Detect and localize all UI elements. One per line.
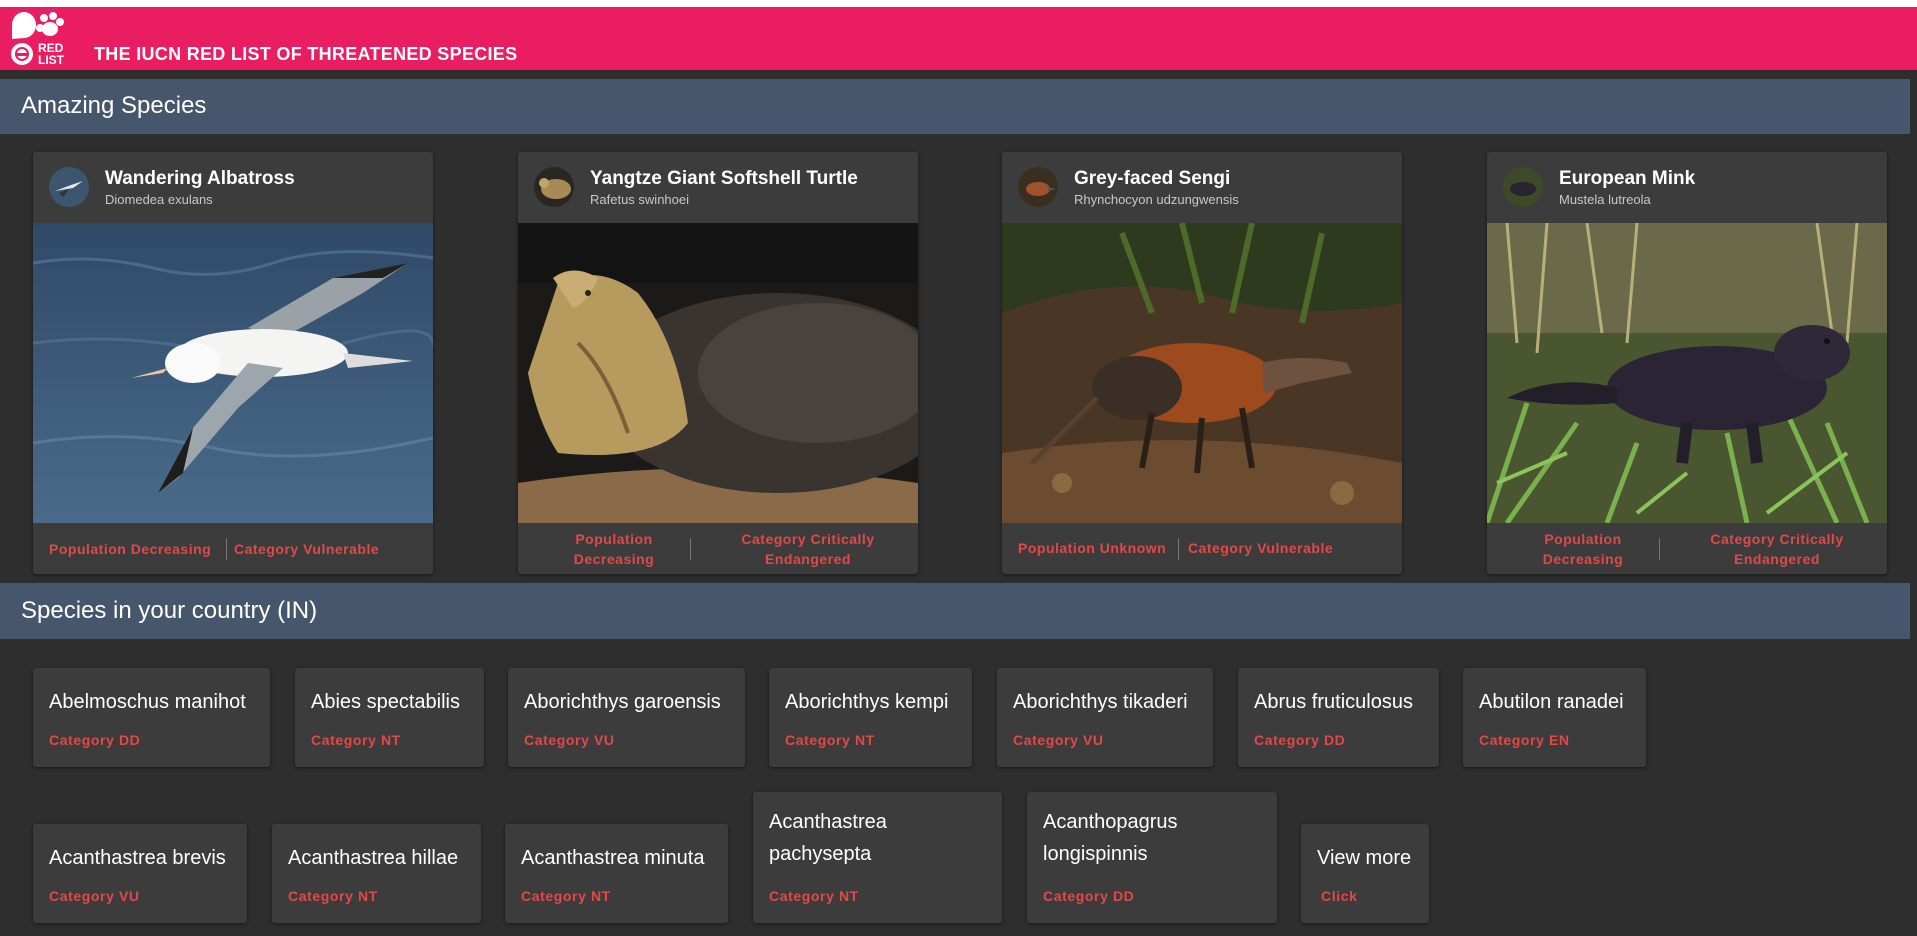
- species-avatar: [1503, 167, 1543, 207]
- population-status: Population Decreasing: [573, 531, 655, 567]
- card-footer: Population Decreasing Category Vulnerabl…: [33, 523, 433, 574]
- tile-category: Category NT: [769, 888, 859, 904]
- tile-species-name: Abies spectabilis: [311, 691, 460, 713]
- tile-category: Category NT: [785, 732, 875, 748]
- tile-species-name: Aborichthys garoensis: [524, 691, 721, 713]
- population-status: Population Unknown: [1018, 540, 1167, 556]
- card-header: European Mink Mustela lutreola: [1487, 152, 1887, 223]
- species-scientific-name: Diomedea exulans: [105, 192, 213, 207]
- card-footer: Population Decreasing Category Criticall…: [1487, 523, 1887, 574]
- tile-species-name: Acanthopagrus longispinnis: [1043, 811, 1178, 865]
- tile-species-name: Acanthastrea hillae: [288, 847, 459, 869]
- species-card-yangtze-turtle[interactable]: Yangtze Giant Softshell Turtle Rafetus s…: [518, 152, 918, 574]
- species-scientific-name: Rafetus swinhoei: [590, 192, 689, 207]
- species-tile[interactable]: Abies spectabilis Category NT: [295, 668, 484, 767]
- species-scientific-name: Rhynchocyon udzungwensis: [1074, 192, 1239, 207]
- footer-divider: [690, 538, 691, 560]
- tile-species-name: Aborichthys kempi: [785, 691, 949, 713]
- country-species-bar: Species in your country (IN): [0, 583, 1910, 639]
- category-status: Category Vulnerable: [1188, 540, 1334, 556]
- sengi-photo: [1002, 223, 1402, 523]
- species-scientific-name: Mustela lutreola: [1559, 192, 1651, 207]
- tile-species-name: Abutilon ranadei: [1479, 691, 1624, 713]
- tile-category: Category VU: [524, 732, 615, 748]
- species-tile[interactable]: Abutilon ranadei Category EN: [1463, 668, 1646, 767]
- population-status: Population Decreasing: [49, 541, 212, 557]
- species-common-name: Wandering Albatross: [105, 168, 295, 189]
- card-footer: Population Unknown Category Vulnerable: [1002, 523, 1402, 574]
- tile-category: Category VU: [49, 888, 140, 904]
- category-status: Category Critically Endangered: [741, 531, 875, 567]
- species-common-name: Grey-faced Sengi: [1074, 168, 1231, 189]
- species-card-european-mink[interactable]: European Mink Mustela lutreola Populatio…: [1487, 152, 1887, 574]
- tile-species-name: Abelmoschus manihot: [49, 691, 246, 713]
- albatross-photo: [33, 223, 433, 523]
- card-header: Grey-faced Sengi Rhynchocyon udzungwensi…: [1002, 152, 1402, 223]
- tile-category: Category DD: [1043, 888, 1135, 904]
- card-footer: Population Decreasing Category Criticall…: [518, 523, 918, 574]
- amazing-species-bar: Amazing Species: [0, 79, 1910, 134]
- category-status: Category Critically Endangered: [1710, 531, 1844, 567]
- category-status: Category Vulnerable: [234, 541, 380, 557]
- card-header: Wandering Albatross Diomedea exulans: [33, 152, 433, 223]
- species-tile[interactable]: Abelmoschus manihot Category DD: [33, 668, 270, 767]
- population-status: Population Decreasing: [1542, 531, 1624, 567]
- view-more-click-link[interactable]: Click: [1321, 888, 1357, 904]
- species-tile[interactable]: Abrus fruticulosus Category DD: [1238, 668, 1439, 767]
- tile-category: Category NT: [288, 888, 378, 904]
- card-header: Yangtze Giant Softshell Turtle Rafetus s…: [518, 152, 918, 223]
- species-tile[interactable]: Acanthastrea hillae Category NT: [272, 824, 481, 923]
- tile-category: Category DD: [1254, 732, 1346, 748]
- view-more-label: View more: [1317, 847, 1412, 869]
- species-card-wandering-albatross[interactable]: Wandering Albatross Diomedea exulans Pop…: [33, 152, 433, 574]
- tile-species-name: Aborichthys tikaderi: [1013, 691, 1188, 713]
- mink-photo: [1487, 223, 1887, 523]
- tile-species-name: Abrus fruticulosus: [1254, 691, 1413, 713]
- species-tile[interactable]: Acanthastrea minuta Category NT: [505, 824, 728, 923]
- species-tile[interactable]: Acanthastrea pachysepta Category NT: [753, 792, 1002, 923]
- tile-species-name: Acanthastrea brevis: [49, 847, 226, 869]
- species-tile[interactable]: Acanthastrea brevis Category VU: [33, 824, 247, 923]
- footer-divider: [226, 538, 227, 560]
- country-species-title: Species in your country (IN): [21, 597, 318, 624]
- view-more-tile[interactable]: View more Click: [1301, 824, 1429, 923]
- tile-category: Category NT: [521, 888, 611, 904]
- species-avatar: [534, 167, 574, 207]
- tile-category: Category VU: [1013, 732, 1104, 748]
- turtle-photo: [518, 223, 918, 523]
- species-tile[interactable]: Acanthopagrus longispinnis Category DD: [1027, 792, 1277, 923]
- site-title[interactable]: THE IUCN RED LIST OF THREATENED SPECIES: [94, 44, 517, 65]
- species-tile[interactable]: Aborichthys kempi Category NT: [769, 668, 972, 767]
- iucn-red-list-logo[interactable]: RED LIST: [9, 9, 77, 69]
- tile-species-name: Acanthastrea minuta: [521, 847, 705, 869]
- species-common-name: European Mink: [1559, 168, 1696, 189]
- top-strip: [0, 0, 1917, 7]
- site-header: RED LIST THE IUCN RED LIST OF THREATENED…: [0, 7, 1917, 70]
- species-avatar: [49, 167, 89, 207]
- footer-divider: [1178, 538, 1179, 560]
- species-card-grey-faced-sengi[interactable]: Grey-faced Sengi Rhynchocyon udzungwensi…: [1002, 152, 1402, 574]
- species-common-name: Yangtze Giant Softshell Turtle: [590, 168, 858, 189]
- tile-category: Category EN: [1479, 732, 1570, 748]
- tile-category: Category NT: [311, 732, 401, 748]
- tile-species-name: Acanthastrea pachysepta: [769, 811, 887, 865]
- tile-category: Category DD: [49, 732, 141, 748]
- species-tile[interactable]: Aborichthys tikaderi Category VU: [997, 668, 1213, 767]
- species-avatar: [1018, 167, 1058, 207]
- species-tile[interactable]: Aborichthys garoensis Category VU: [508, 668, 745, 767]
- logo-list-text: LIST: [38, 53, 65, 67]
- footer-divider: [1659, 538, 1660, 560]
- amazing-species-title: Amazing Species: [21, 92, 207, 119]
